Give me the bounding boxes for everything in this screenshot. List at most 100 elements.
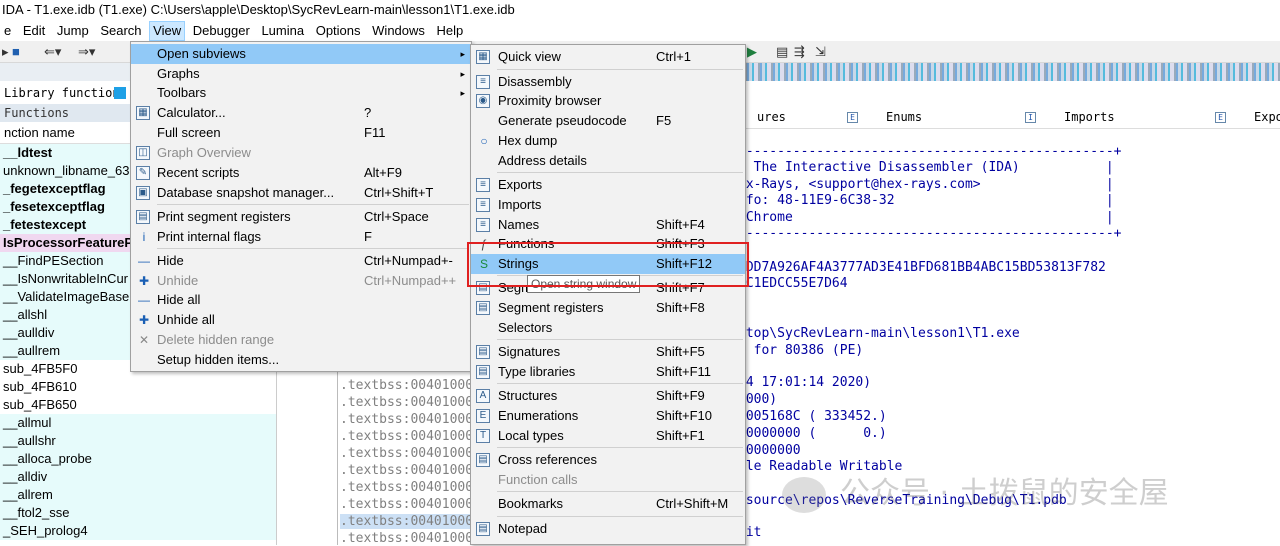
subviews-item-local-types[interactable]: T Local types Shift+F1 — [471, 426, 745, 446]
debug-icon-1[interactable]: ▤ — [776, 44, 788, 60]
subviews-item-exports[interactable]: ≡ Exports — [471, 175, 745, 195]
disassembly-icon: ≡ — [476, 75, 490, 89]
structures-icon: A — [476, 389, 490, 403]
menu-item-shortcut: Ctrl+Space — [364, 209, 429, 224]
view-item-database-snapshot-manager[interactable]: ▣ Database snapshot manager... Ctrl+Shift+… — [131, 183, 471, 203]
menu-item-label: Segment registers — [498, 300, 604, 315]
function-row[interactable]: __aullshr — [0, 432, 276, 450]
menu-lumina[interactable]: Lumina — [257, 21, 308, 41]
scripts-icon: ✎ — [136, 166, 150, 180]
function-row[interactable]: __ftol2_sse — [0, 504, 276, 522]
view-item-print-segment-registers[interactable]: ▤ Print segment registers Ctrl+Space — [131, 207, 471, 227]
subviews-item-generate-pseudocode[interactable]: Generate pseudocode F5 — [471, 111, 745, 131]
view-item-print-internal-flags[interactable]: i Print internal flags F — [131, 227, 471, 247]
function-row[interactable]: __allrem — [0, 486, 276, 504]
tab-imports[interactable]: I Imports — [1025, 110, 1115, 124]
menu-windows[interactable]: Windows — [368, 21, 429, 41]
view-item-hide-all[interactable]: — Hide all — [131, 290, 471, 310]
address-label: .textbss:00401000 — [340, 446, 474, 461]
menu-item-label: Full screen — [157, 125, 221, 140]
subviews-item-quick-view[interactable]: ▦ Quick view Ctrl+1 — [471, 47, 745, 67]
menu-search[interactable]: Search — [96, 21, 145, 41]
back-icon[interactable]: ⇐▾ — [44, 44, 61, 60]
debug-icon-2[interactable]: ⇶ — [794, 44, 805, 60]
view-item-calculator[interactable]: ▦ Calculator...? — [131, 103, 471, 123]
disasm-line: FC1EDCC55E7D64 — [738, 276, 848, 291]
save-icon[interactable]: ■ — [12, 44, 20, 60]
subviews-item-selectors[interactable]: Selectors — [471, 318, 745, 338]
view-item-unhide[interactable]: ✚ Unhide Ctrl+Numpad++ — [131, 271, 471, 291]
tab-structures[interactable]: ures — [757, 110, 786, 124]
menu-item-shortcut: Shift+F5 — [656, 344, 705, 359]
highlight-annotation — [467, 242, 749, 287]
disasm-line: 00000000 ( 0.) — [738, 426, 887, 441]
legend-swatch — [114, 87, 126, 99]
navigation-band[interactable] — [745, 63, 1280, 81]
subviews-item-hex-dump[interactable]: ○ Hex dump — [471, 131, 745, 151]
disasm-line: 0005168C ( 333452.) — [738, 409, 887, 424]
subviews-item-notepad[interactable]: ▤ Notepad — [471, 519, 745, 539]
menu-debugger[interactable]: Debugger — [189, 21, 254, 41]
subviews-item-enumerations[interactable]: E Enumerations Shift+F10 — [471, 406, 745, 426]
menu-jump[interactable]: Jump — [53, 21, 93, 41]
subviews-item-signatures[interactable]: ▤ Signatures Shift+F5 — [471, 342, 745, 362]
subviews-item-disassembly[interactable]: ≡ Disassembly — [471, 72, 745, 92]
subviews-item-names[interactable]: ≡ Names Shift+F4 — [471, 215, 745, 235]
menu-edit[interactable]: Edit — [19, 21, 49, 41]
tab-enums[interactable]: E Enums — [847, 110, 922, 124]
subviews-item-imports[interactable]: ≡ Imports — [471, 195, 745, 215]
subviews-item-structures[interactable]: A Structures Shift+F9 — [471, 386, 745, 406]
view-item-toolbars[interactable]: Toolbars ▸ — [131, 83, 471, 103]
view-item-recent-scripts[interactable]: ✎ Recent scripts Alt+F9 — [131, 163, 471, 183]
open-icon[interactable]: ▸ — [2, 44, 9, 60]
menu-view[interactable]: View — [149, 21, 186, 41]
view-item-graph-overview[interactable]: ◫ Graph Overview — [131, 143, 471, 163]
address-label: .textbss:00401000 — [340, 514, 474, 529]
view-item-open-subviews[interactable]: Open subviews ▸ — [131, 44, 471, 64]
submenu-arrow-icon: ▸ — [460, 49, 465, 59]
menu-item-label: Enumerations — [498, 408, 579, 423]
tab-exports[interactable]: E Expo — [1215, 110, 1280, 124]
view-item-graphs[interactable]: Graphs ▸ — [131, 64, 471, 84]
menu-item-label: Generate pseudocode — [498, 113, 627, 128]
menu-item-shortcut: Ctrl+Shift+M — [656, 496, 729, 511]
menu-options[interactable]: Options — [312, 21, 365, 41]
view-item-delete-hidden-range[interactable]: ✕ Delete hidden range — [131, 330, 471, 350]
imports-icon: I — [1025, 112, 1036, 123]
view-item-setup-hidden-items[interactable]: Setup hidden items... — [131, 350, 471, 370]
function-row[interactable]: __alldiv — [0, 468, 276, 486]
subviews-item-cross-references[interactable]: ▤ Cross references — [471, 450, 745, 470]
disasm-line: 14 17:01:14 2020) — [738, 375, 872, 390]
menu-item-label: Open subviews — [157, 46, 246, 61]
disasm-line: nfo: 48-11E9-6C38-32 | — [738, 193, 1114, 208]
view-item-full-screen[interactable]: Full screen F11 — [131, 123, 471, 143]
function-row[interactable]: sub_4FB610 — [0, 378, 276, 396]
snapshot-icon: ▣ — [136, 186, 150, 200]
function-row[interactable]: sub_4FB650 — [0, 396, 276, 414]
disasm-line: e for 80386 (PE) — [738, 343, 864, 358]
function-row[interactable]: __alloca_probe — [0, 450, 276, 468]
menu-item-label: Imports — [498, 197, 542, 212]
subviews-item-segment-registers[interactable]: ▤ Segment registers Shift+F8 — [471, 298, 745, 318]
debug-icon-3[interactable]: ⇲ — [815, 44, 826, 60]
address-label: .textbss:00401000 — [340, 531, 474, 546]
function-row[interactable]: _SEH_prolog4 — [0, 522, 276, 540]
forward-icon[interactable]: ⇒▾ — [78, 44, 95, 60]
subviews-item-type-libraries[interactable]: ▤ Type libraries Shift+F11 — [471, 362, 745, 382]
view-item-unhide-all[interactable]: ✚ Unhide all — [131, 310, 471, 330]
view-item-hide[interactable]: — Hide Ctrl+Numpad+- — [131, 251, 471, 271]
menu-file[interactable]: e — [0, 21, 15, 41]
subviews-item-bookmarks[interactable]: Bookmarks Ctrl+Shift+M — [471, 494, 745, 514]
menu-item-shortcut: Ctrl+Shift+T — [364, 185, 434, 200]
menu-item-label: Cross references — [498, 452, 597, 467]
disasm-line: ex-Rays, <support@hex-rays.com> | — [738, 177, 1114, 192]
menu-help[interactable]: Help — [433, 21, 468, 41]
plus-icon: ✚ — [138, 274, 150, 288]
function-row[interactable]: __allmul — [0, 414, 276, 432]
menu-separator — [497, 339, 743, 340]
subviews-item-proximity-browser[interactable]: ◉ Proximity browser — [471, 91, 745, 111]
subviews-item-function-calls[interactable]: Function calls — [471, 470, 745, 490]
run-icon[interactable]: ▶ — [747, 44, 757, 60]
menu-separator — [157, 204, 469, 205]
subviews-item-address-details[interactable]: Address details — [471, 151, 745, 171]
